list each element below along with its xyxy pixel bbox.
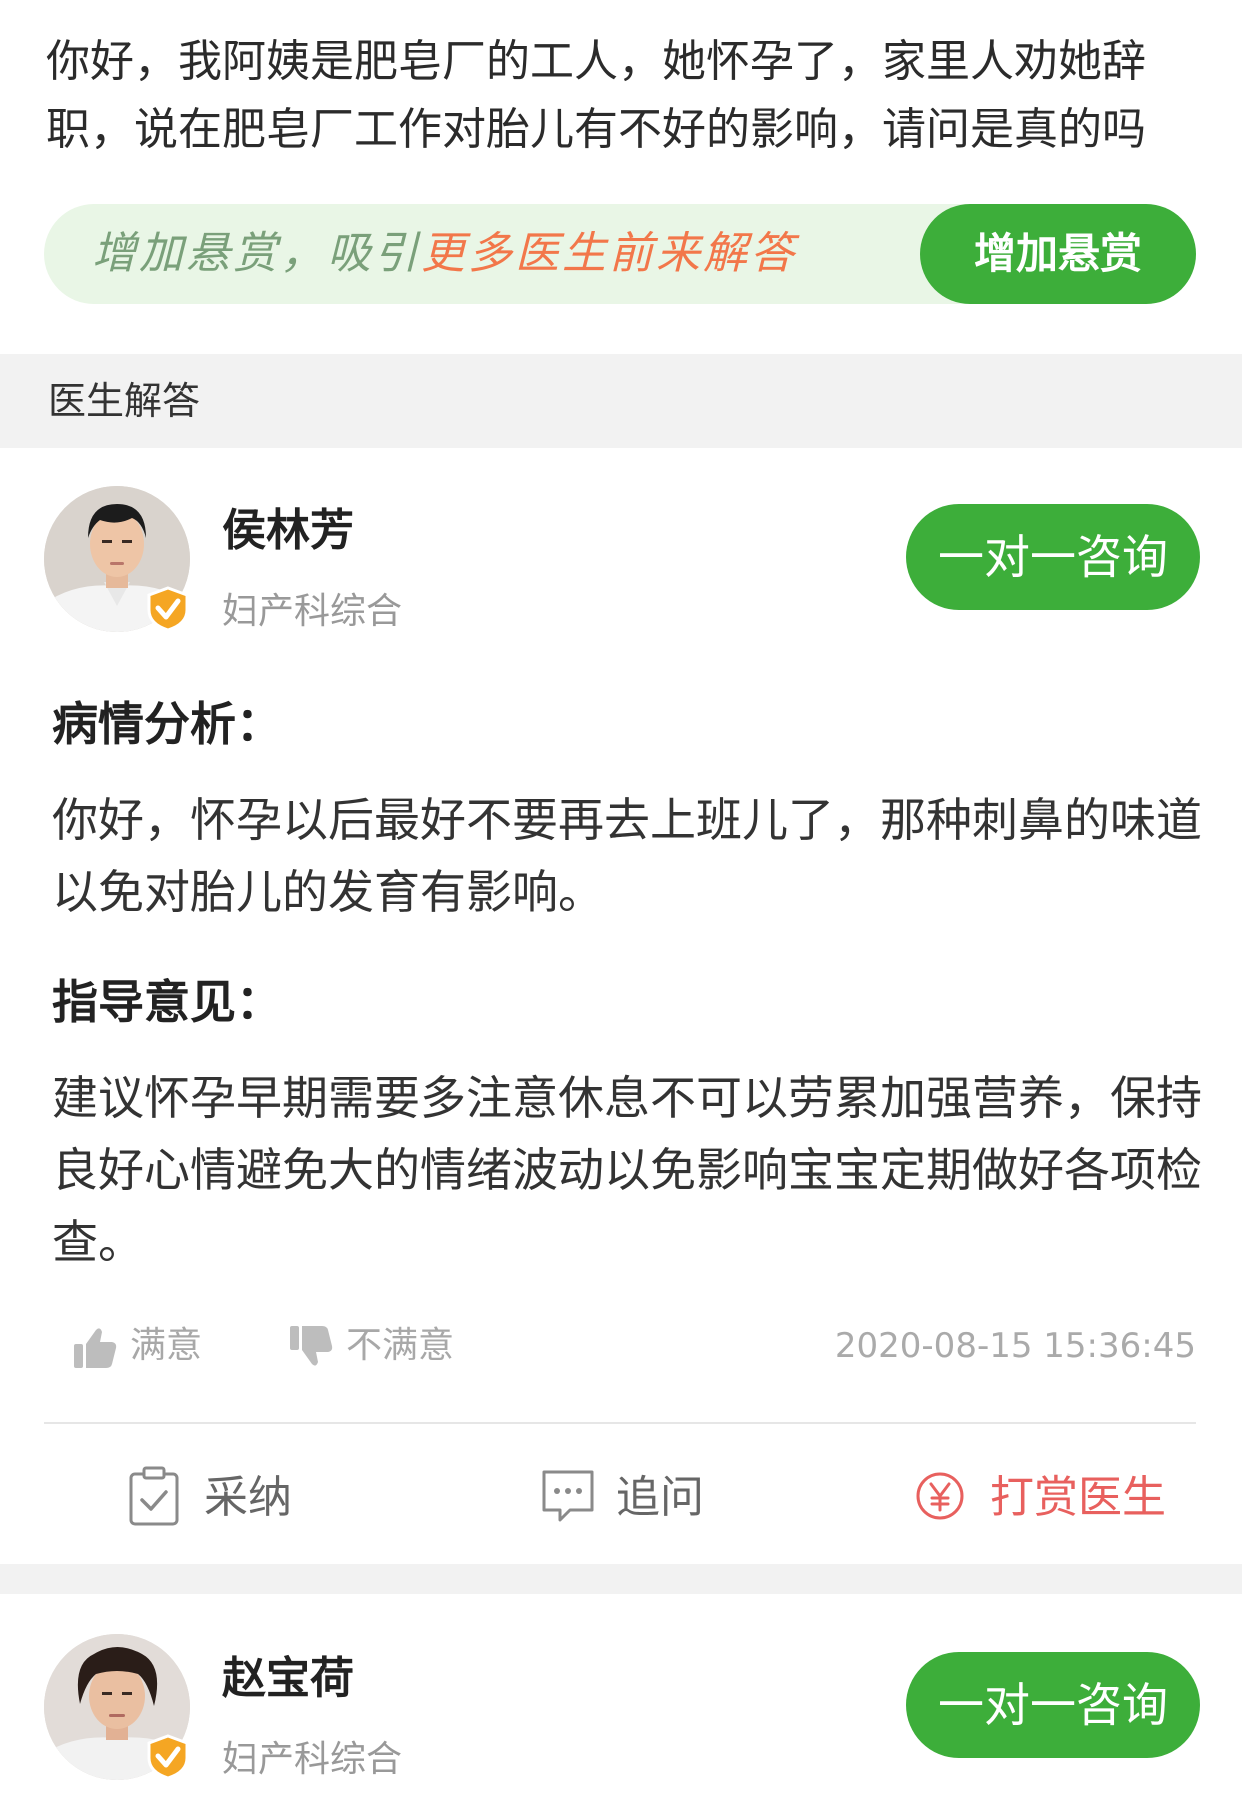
- question-text: 你好，我阿姨是肥皂厂的工人，她怀孕了，家里人劝她辞职，说在肥皂厂工作对胎儿有不好…: [46, 36, 1146, 155]
- doctor-name[interactable]: 侯林芳: [222, 494, 354, 558]
- thumbs-up-icon: [74, 1328, 117, 1368]
- unsatisfied-button[interactable]: 不满意: [288, 1316, 478, 1376]
- reward-prompt-prefix: 增加悬赏，吸引: [92, 228, 421, 279]
- clipboard-check-icon: [129, 1466, 179, 1526]
- consult-button[interactable]: 一对一咨询: [906, 504, 1200, 610]
- divider: [44, 1422, 1196, 1424]
- follow-up-label: 追问: [616, 1472, 704, 1523]
- reward-prompt: 增加悬赏，吸引更多医生前来解答: [92, 204, 797, 304]
- unsatisfied-label: 不满意: [346, 1325, 455, 1366]
- tip-doctor-label: 打赏医生: [990, 1472, 1166, 1523]
- satisfied-label: 满意: [130, 1325, 203, 1366]
- qa-page: 你好，我阿姨是肥皂厂的工人，她怀孕了，家里人劝她辞职，说在肥皂厂工作对胎儿有不好…: [0, 0, 1242, 1810]
- action-row: 采纳 追问 打赏医生: [0, 1460, 1242, 1536]
- analysis-heading: 病情分析：: [52, 697, 282, 751]
- chat-bubble-icon: [542, 1470, 594, 1522]
- section-header: 医生解答: [0, 354, 1242, 448]
- doctor-department: 妇产科综合: [222, 1739, 403, 1780]
- add-reward-button[interactable]: 增加悬赏: [920, 204, 1196, 304]
- reward-prompt-highlight: 更多医生前来解答: [421, 228, 797, 279]
- doctor-card: 侯林芳 妇产科综合 一对一咨询: [0, 486, 1242, 646]
- doctor-department: 妇产科综合: [222, 591, 403, 632]
- verified-badge-icon: [147, 586, 189, 632]
- tip-doctor-button[interactable]: 打赏医生: [914, 1460, 1166, 1536]
- section-title: 医生解答: [48, 379, 201, 423]
- follow-up-button[interactable]: 追问: [540, 1460, 720, 1536]
- verified-badge-icon: [147, 1734, 189, 1780]
- consult-button[interactable]: 一对一咨询: [906, 1652, 1200, 1758]
- doctor-name[interactable]: 赵宝荷: [222, 1642, 354, 1706]
- reward-banner: 增加悬赏，吸引更多医生前来解答 增加悬赏: [44, 204, 1196, 304]
- advice-text: 建议怀孕早期需要多注意休息不可以劳累加强营养，保持良好心情避免大的情绪波动以免影…: [52, 1071, 1202, 1269]
- adopt-label: 采纳: [204, 1472, 292, 1523]
- advice-heading: 指导意见：: [52, 975, 282, 1029]
- answer-timestamp: 2020-08-15 15:36:45: [834, 1326, 1196, 1366]
- satisfied-button[interactable]: 满意: [72, 1316, 212, 1376]
- analysis-text: 你好，怀孕以后最好不要再去上班儿了，那种刺鼻的味道以免对胎儿的发育有影响。: [52, 793, 1202, 919]
- thumbs-down-icon: [290, 1326, 333, 1366]
- doctor-card: 赵宝荷 妇产科综合 一对一咨询: [0, 1634, 1242, 1794]
- feedback-row: 满意 不满意 2020-08-15 15:36:45: [0, 1316, 1242, 1376]
- yen-coin-icon: [916, 1472, 964, 1520]
- section-gap: [0, 1564, 1242, 1594]
- adopt-button[interactable]: 采纳: [128, 1460, 308, 1536]
